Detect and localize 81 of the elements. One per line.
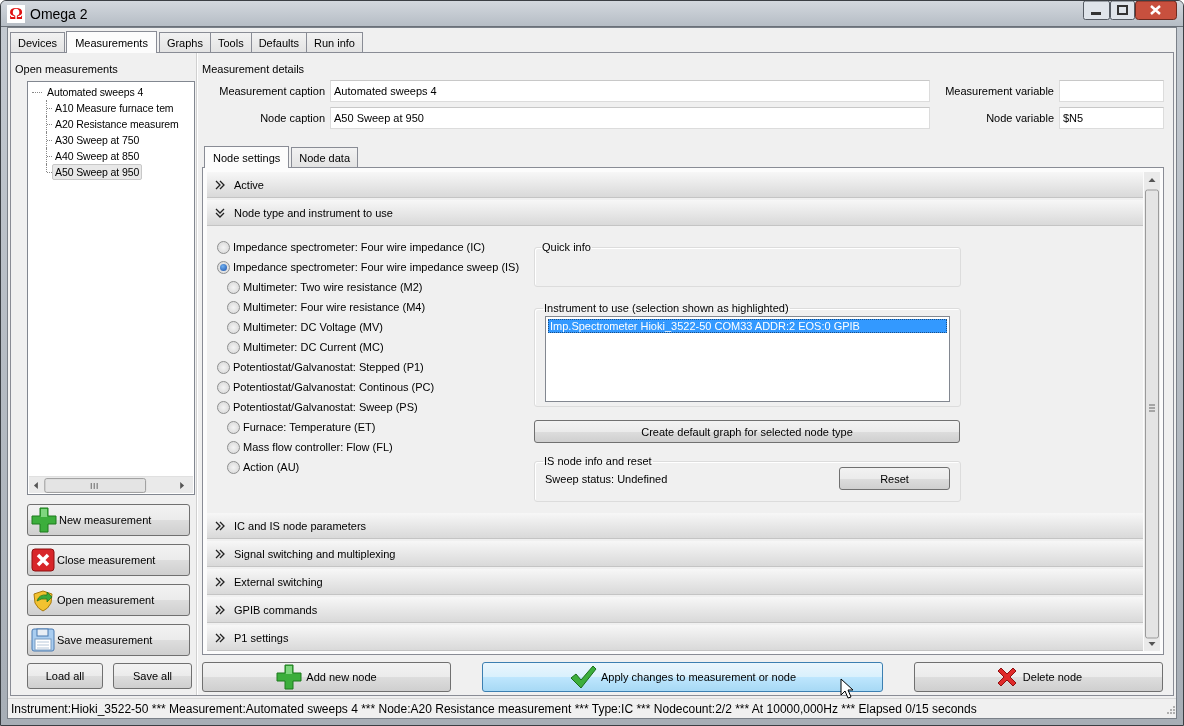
action-button[interactable]: Add new node (202, 662, 451, 692)
tree-item[interactable]: A20 Resistance measurem (52, 116, 182, 132)
panel-title: Open measurements (15, 63, 119, 75)
plus-icon (31, 507, 57, 533)
radio-button[interactable] (227, 340, 240, 354)
radio-button[interactable] (217, 260, 230, 274)
radio-label: Impedance spectrometer: Four wire impedance (IC) (233, 241, 485, 253)
radio-button[interactable] (227, 320, 240, 334)
radio-label: Potentiostat/Galvanostat: Stepped (P1) (233, 361, 424, 373)
section-header[interactable]: Node type and instrument to use (207, 200, 1143, 226)
radio-button[interactable] (227, 460, 240, 474)
checkmark-icon (568, 664, 597, 690)
radio-label: Multimeter: Four wire resistance (M4) (243, 301, 426, 313)
shield-arrow-icon (31, 588, 55, 612)
tab[interactable]: Measurements (66, 31, 157, 53)
field-label: Measurement variable (944, 85, 1054, 97)
window-title: Omega 2 (30, 5, 88, 22)
panel-button[interactable]: Close measurement (27, 544, 190, 576)
section-header[interactable]: Active (207, 172, 1143, 198)
group-title: Instrument to use (selection shown as highlighted) (543, 302, 790, 314)
group-title: IS node info and reset (543, 455, 653, 467)
radio-button[interactable] (227, 420, 240, 434)
panel-title: Measurement details (202, 63, 306, 75)
tree-item[interactable]: A10 Measure furnace tem (52, 100, 177, 116)
tab[interactable]: Node data (291, 147, 359, 167)
radio-label: Action (AU) (243, 461, 300, 473)
panel-button[interactable]: Load all (27, 663, 103, 689)
section-header[interactable]: External switching (207, 569, 1143, 595)
field-label: Node variable (985, 112, 1054, 124)
radio-label: Furnace: Temperature (ET) (243, 421, 376, 433)
tree-item[interactable]: A40 Sweep at 850 (52, 148, 143, 164)
sweep-status: Sweep status: Undefined (545, 472, 668, 485)
panel-button[interactable]: New measurement (27, 504, 190, 536)
close-icon[interactable] (1135, 1, 1177, 20)
tab[interactable]: Devices (10, 32, 66, 52)
radio-button[interactable] (217, 360, 230, 374)
text-field[interactable]: A50 Sweep at 950 (330, 107, 930, 129)
section-header[interactable]: GPIB commands (207, 597, 1143, 623)
create-graph-button[interactable]: Create default graph for selected node type (534, 420, 960, 443)
panel-button[interactable]: Save all (113, 663, 192, 689)
radio-label: Multimeter: Two wire resistance (M2) (243, 281, 423, 293)
maximize-icon[interactable] (1110, 1, 1135, 20)
field-label: Node caption (259, 112, 325, 124)
reset-button[interactable]: Reset (839, 467, 950, 490)
app-logo: Ω (7, 4, 25, 23)
minimize-icon[interactable] (1083, 1, 1110, 20)
tree-item[interactable]: Automated sweeps 4 (44, 84, 147, 100)
status-text: Instrument:Hioki_3522-50 *** Measurement:Automated sweeps 4 *** Node:A20 Resistance measurement *** Type:IC *** Nodecount:2/2 *** At 10000,000Hz *** Elapsed 0/15 seconds (11, 701, 977, 716)
tree-item[interactable]: A30 Sweep at 750 (52, 132, 143, 148)
panel-button[interactable]: Save measurement (27, 624, 190, 656)
plus-icon (276, 664, 303, 690)
radio-label: Multimeter: DC Voltage (MV) (243, 321, 383, 333)
radio-label: Multimeter: DC Current (MC) (243, 341, 384, 353)
radio-label: Impedance spectrometer: Four wire impedance sweep (IS) (233, 261, 520, 273)
tree-item[interactable]: A50 Sweep at 950 (52, 164, 143, 180)
tab[interactable]: Graphs (158, 32, 211, 52)
radio-button[interactable] (217, 400, 230, 414)
tab[interactable]: Run info (306, 32, 363, 52)
tab[interactable]: Defaults (250, 32, 307, 52)
radio-label: Potentiostat/Galvanostat: Sweep (PS) (233, 401, 418, 413)
panel-button[interactable]: Open measurement (27, 584, 190, 616)
group-title: Quick info (541, 241, 592, 253)
text-field[interactable]: $N5 (1059, 107, 1164, 129)
close-icon (31, 548, 55, 572)
field-label: Measurement caption (218, 85, 325, 97)
radio-button[interactable] (227, 280, 240, 294)
radio-button[interactable] (217, 380, 230, 394)
section-header[interactable]: Signal switching and multiplexing (207, 541, 1143, 567)
radio-label: Potentiostat/Galvanostat: Continous (PC) (233, 381, 435, 393)
text-field[interactable]: Automated sweeps 4 (330, 80, 930, 102)
radio-button[interactable] (217, 240, 230, 254)
cursor-icon (840, 678, 853, 699)
tab[interactable]: Tools (209, 32, 252, 52)
section-header[interactable]: IC and IS node parameters (207, 513, 1143, 539)
action-button[interactable]: Delete node (914, 662, 1163, 692)
section-header[interactable]: P1 settings (207, 625, 1143, 651)
tab[interactable]: Node settings (204, 146, 290, 168)
text-field[interactable] (1059, 80, 1164, 102)
radio-button[interactable] (227, 440, 240, 454)
radio-button[interactable] (227, 300, 240, 314)
radio-label: Mass flow controller: Flow (FL) (243, 441, 393, 453)
